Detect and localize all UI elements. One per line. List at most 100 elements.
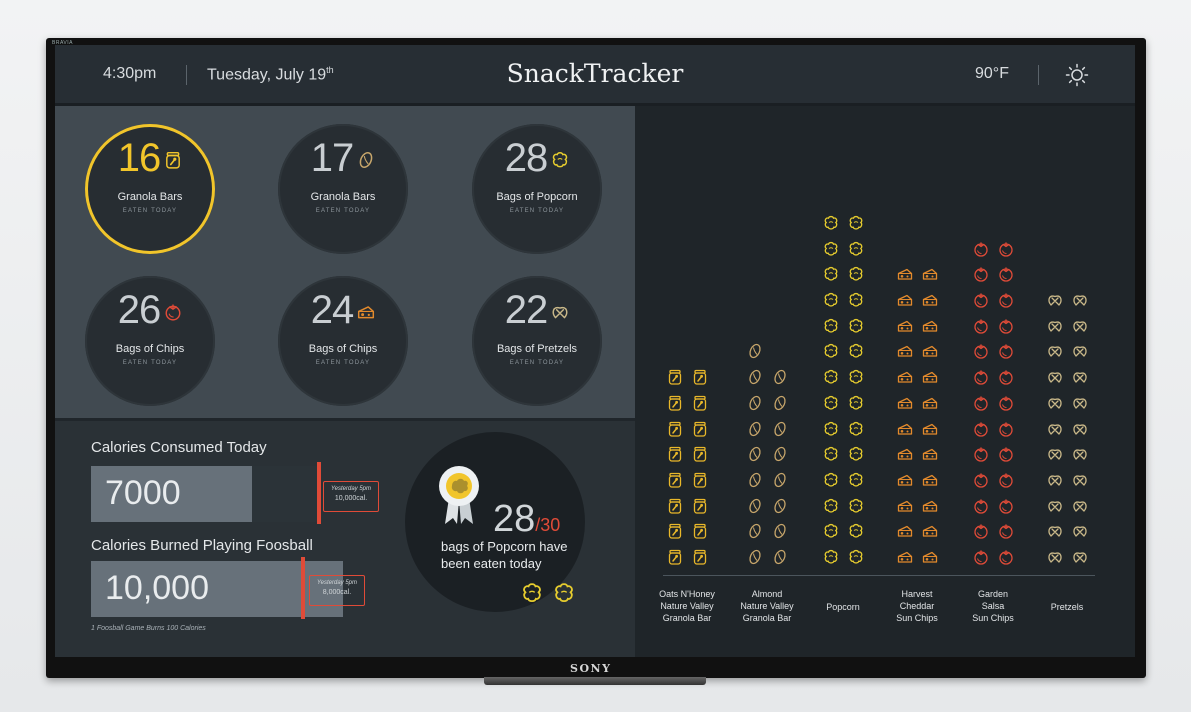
cheese-icon (922, 397, 938, 409)
calories-consumed-title: Calories Consumed Today (91, 439, 267, 456)
chart-category-line: Garden (977, 589, 1009, 599)
count-label: Granola Bars (117, 191, 183, 203)
almond-icon (749, 421, 761, 436)
jar-icon (693, 447, 707, 462)
calories-burned-bar: 10,000 (91, 557, 343, 619)
almond-icon (749, 498, 761, 513)
chart-category-label: Almond Nature Valley Granola Bar (727, 588, 807, 624)
cheese-icon (897, 500, 913, 512)
tomato-icon (974, 473, 988, 488)
almond-icon (774, 395, 786, 410)
count-card-chips-cheddar[interactable]: 24 Bags of Chips EATEN TODAY (278, 276, 408, 406)
temperature: 90°F (975, 65, 1009, 82)
note-value: 8,000cal. (322, 589, 352, 596)
popcorn-icon (824, 292, 838, 307)
cheese-icon (922, 449, 938, 460)
cheese-icon (922, 551, 938, 563)
popcorn-icon (824, 215, 838, 230)
tomato-icon (999, 241, 1013, 257)
yesterday-marker (301, 557, 305, 619)
cheese-icon (922, 269, 938, 280)
popcorn-icon (849, 241, 863, 256)
jar-icon (668, 498, 682, 514)
count-card-pretzels[interactable]: 22 Bags of Pretzels EATEN TODAY (472, 276, 602, 406)
tomato-icon (974, 447, 988, 462)
popcorn-icon (824, 447, 838, 461)
popcorn-icon (824, 267, 838, 281)
jar-icon (668, 549, 682, 565)
header-bar: 4:30pm Tuesday, July 19th SnackTracker 9… (55, 45, 1135, 106)
cheese-icon (897, 294, 913, 306)
cheese-icon (897, 346, 913, 358)
chart-category-line: Nature Valley (740, 601, 794, 611)
popcorn-icon (824, 241, 838, 256)
jar-icon (668, 421, 682, 437)
yesterday-consumed-note: Yesterday 5pm 10,000cal. (323, 481, 379, 512)
jar-icon (693, 549, 707, 565)
popcorn-icon (849, 369, 863, 384)
chart-category-line: Granola Bar (742, 613, 792, 623)
chart-category-line: Sun Chips (896, 613, 938, 623)
pretzel-icon (1073, 321, 1087, 332)
almond-icon (749, 447, 761, 462)
chart-category-label: Harvest Cheddar Sun Chips (877, 588, 957, 624)
cheese-icon (922, 346, 938, 358)
tomato-icon (999, 524, 1013, 539)
count-card-granola-oats[interactable]: 16 Granola Bars EATEN TODAY (85, 124, 215, 254)
almond-icon (774, 549, 786, 565)
jar-icon (668, 369, 682, 385)
jar-icon (668, 472, 682, 488)
tomato-icon (974, 370, 988, 385)
pretzel-icon (1073, 372, 1087, 383)
cheese-icon (897, 474, 913, 486)
chart-category-label: Oats N'Honey Nature Valley Granola Bar (647, 588, 727, 624)
almond-icon (774, 447, 786, 462)
count-number: 28 (504, 136, 548, 180)
pretzel-icon (1048, 321, 1062, 332)
almond-icon (774, 369, 786, 385)
count-label: Bags of Pretzels (496, 343, 578, 355)
cheese-icon (897, 449, 913, 460)
popcorn-icon (849, 395, 863, 410)
tomato-icon (999, 267, 1013, 282)
chart-category-line: Cheddar (899, 601, 935, 611)
count-number: 16 (117, 136, 161, 180)
pretzel-icon (1048, 475, 1062, 486)
popcorn-icon (849, 472, 863, 487)
tomato-icon (999, 370, 1013, 385)
note-value: 10,000cal. (334, 495, 368, 502)
yesterday-marker (317, 462, 321, 524)
jar-icon (693, 395, 707, 411)
popcorn-icon (849, 498, 863, 513)
tomato-icon (999, 550, 1013, 565)
award-ribbon-icon (439, 466, 479, 524)
yesterday-burned-note: Yesterday 5pm 8,000cal. (309, 575, 365, 606)
jar-icon (668, 395, 682, 411)
popcorn-goal-card[interactable]: 28/30 bags of Popcorn have been eaten to… (405, 432, 585, 612)
tomato-icon (165, 304, 181, 322)
tomato-icon (999, 318, 1013, 334)
app-title: SnackTracker (506, 59, 684, 88)
cheese-icon (897, 397, 913, 409)
pretzel-icon (1073, 346, 1087, 358)
count-value: 16 (85, 136, 215, 181)
chart-category-line: Oats N'Honey (659, 589, 715, 599)
count-card-popcorn[interactable]: 28 Bags of Popcorn EATEN TODAY (472, 124, 602, 254)
count-card-granola-almond[interactable]: 17 Granola Bars EATEN TODAY (278, 124, 408, 254)
cheese-icon (897, 423, 913, 435)
tomato-icon (999, 498, 1013, 514)
tomato-icon (974, 344, 988, 360)
chart-category-line: Almond (751, 589, 783, 599)
popcorn-icon (555, 583, 573, 603)
count-number: 24 (310, 288, 354, 332)
almond-icon (749, 549, 761, 565)
pretzel-icon (1048, 398, 1062, 409)
sun-icon[interactable] (1065, 63, 1089, 87)
count-card-chips-salsa[interactable]: 26 Bags of Chips EATEN TODAY (85, 276, 215, 406)
almond-icon (749, 395, 761, 410)
popcorn-icon (824, 369, 838, 384)
cheese-icon (922, 474, 938, 486)
almond-icon (774, 524, 786, 539)
jar-icon (693, 472, 707, 488)
tomato-icon (999, 344, 1013, 360)
